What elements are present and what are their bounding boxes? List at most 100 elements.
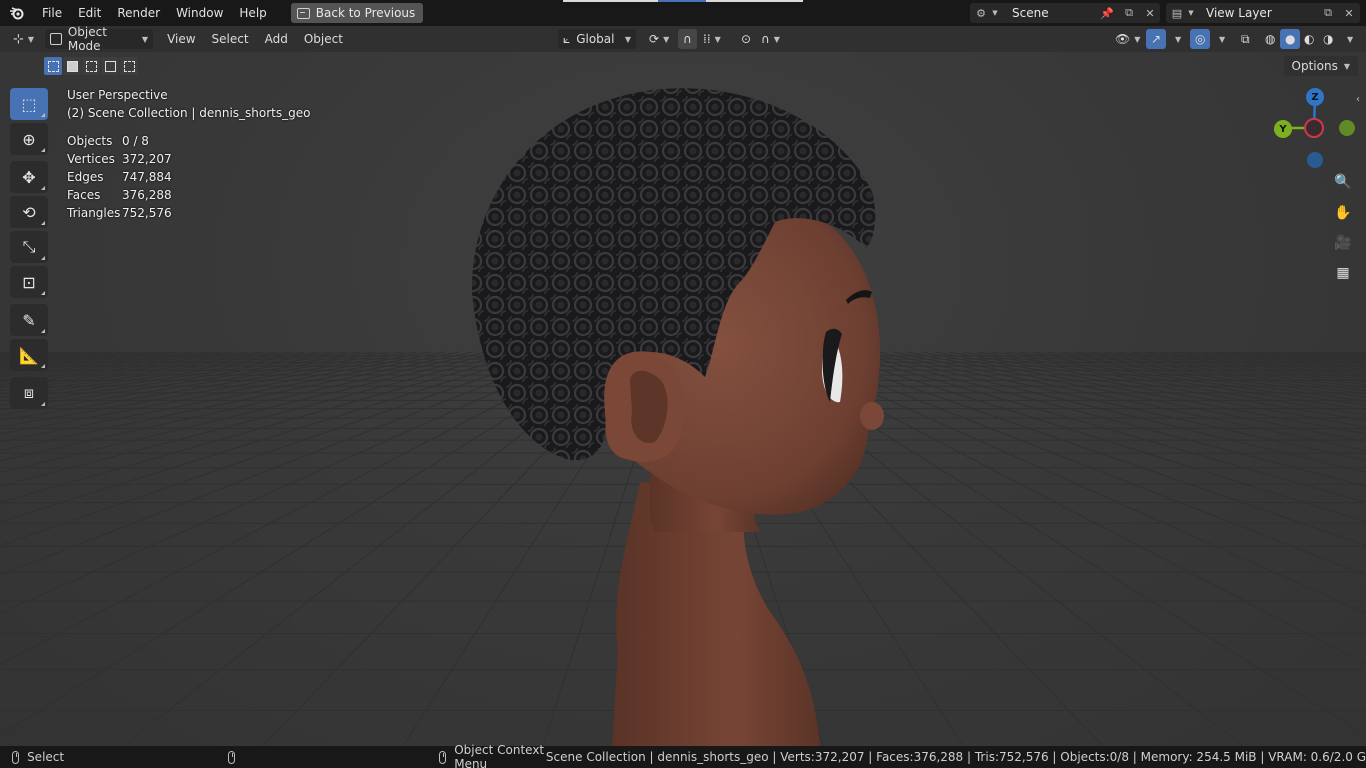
menu-render[interactable]: Render [109, 0, 168, 26]
stat-label: Edges [67, 170, 104, 184]
menu-view[interactable]: View [159, 26, 203, 52]
menu-window[interactable]: Window [168, 0, 231, 26]
workspace-tab-active[interactable] [658, 0, 706, 2]
material-sphere-icon: ◐ [1304, 32, 1315, 46]
stat-label: Faces [67, 188, 101, 202]
editor-type-button[interactable]: ⊹ ▼ [8, 29, 39, 49]
cursor-tool[interactable]: ⊕ [10, 123, 48, 155]
gizmo-dropdown[interactable]: ▼ [1166, 29, 1186, 49]
gizmo-x-axis[interactable] [1304, 118, 1324, 138]
top-menu-bar: File Edit Render Window Help Back to Pre… [0, 0, 1366, 26]
status-right-action: Object Context Menu [454, 743, 545, 768]
chevron-down-icon: ▼ [1343, 61, 1350, 71]
transform-tool[interactable]: ⊡ [10, 266, 48, 298]
gizmo-z-axis[interactable]: Z [1306, 88, 1324, 106]
close-icon[interactable]: ✕ [1342, 6, 1356, 20]
stat-label: Vertices [67, 152, 115, 166]
pivot-icon: ⟳ [649, 32, 660, 46]
back-icon [296, 7, 310, 19]
falloff-button[interactable]: ∩ ▼ [756, 29, 785, 49]
chevron-down-icon: ▼ [714, 34, 721, 44]
menu-object[interactable]: Object [296, 26, 351, 52]
mouse-right-icon [439, 750, 447, 764]
menu-help[interactable]: Help [231, 0, 274, 26]
proportional-edit-toggle[interactable]: ⊙ [736, 29, 756, 49]
shading-wireframe[interactable]: ◍ [1260, 29, 1280, 49]
view-layer-name[interactable]: View Layer [1198, 6, 1272, 20]
scene-name[interactable]: Scene [1002, 6, 1049, 20]
move-icon: ✥ [22, 167, 36, 187]
workspace-tabs[interactable] [563, 0, 803, 2]
add-cube-tool[interactable]: ⧈ [10, 377, 48, 409]
transform-orientation-dropdown[interactable]: ⟀ Global ▼ [558, 29, 636, 49]
chevron-down-icon: ▼ [1175, 34, 1182, 44]
ruler-icon: 📐 [19, 345, 39, 365]
shading-solid[interactable]: ● [1280, 29, 1301, 49]
annotate-tool[interactable]: ✎ [10, 304, 48, 336]
move-tool[interactable]: ✥ [10, 161, 48, 193]
scale-tool[interactable]: ⤡ [10, 231, 48, 263]
gizmo-toggle[interactable]: ↗ [1146, 29, 1167, 49]
selection-mode-row [44, 57, 138, 75]
menu-edit[interactable]: Edit [70, 0, 109, 26]
cursor-icon: ⬚ [21, 94, 37, 114]
measure-tool[interactable]: 📐 [10, 339, 48, 371]
menu-select[interactable]: Select [204, 26, 257, 52]
select-new-button[interactable] [44, 57, 62, 75]
overlays-dropdown[interactable]: ▼ [1210, 29, 1230, 49]
select-box-tool[interactable]: ⬚ [10, 88, 48, 120]
falloff-curve-icon: ∩ [761, 32, 770, 46]
wireframe-sphere-icon: ◍ [1265, 32, 1276, 46]
shading-material[interactable]: ◐ [1299, 29, 1319, 49]
scene-selector[interactable]: ⚙ ▼ Scene 📌 ⧉ ✕ [970, 3, 1160, 23]
mouse-left-icon [12, 750, 20, 764]
character-model[interactable] [0, 52, 1366, 746]
stat-value: 752,576 [122, 206, 172, 220]
scene-statistics: Objects 0 / 8 Vertices 372,207 Edges 747,88… [67, 132, 172, 222]
chevron-down-icon: ▼ [1188, 9, 1194, 17]
status-bar: Select Object Context Menu Scene Collect… [0, 743, 1366, 768]
select-subtract-button[interactable] [82, 57, 100, 75]
chevron-down-icon: ▼ [773, 34, 780, 44]
proportional-edit-icon: ⊙ [741, 32, 752, 46]
zoom-icon[interactable]: 🔍 [1330, 169, 1356, 195]
chevron-down-icon: ▼ [1134, 34, 1141, 44]
menu-file[interactable]: File [34, 0, 70, 26]
rotate-tool[interactable]: ⟲ [10, 196, 48, 228]
close-icon[interactable]: ✕ [1143, 6, 1157, 20]
select-extend-button[interactable] [63, 57, 81, 75]
pin-icon[interactable]: 📌 [1100, 6, 1114, 20]
view-layer-selector[interactable]: ▤ ▼ View Layer ⧉ ✕ [1166, 3, 1360, 23]
camera-icon[interactable]: 🎥 [1330, 230, 1356, 256]
xray-icon: ⧉ [1241, 31, 1250, 46]
select-invert-button[interactable] [101, 57, 119, 75]
overlays-toggle[interactable]: ◎ [1190, 29, 1211, 49]
chevron-down-icon: ▼ [1347, 34, 1354, 44]
shading-dropdown[interactable]: ▼ [1338, 29, 1358, 49]
pan-hand-icon[interactable]: ✋ [1330, 200, 1356, 226]
3d-viewport[interactable]: ⬚ ⊕ ✥ ⟲ ⤡ ⊡ ✎ 📐 ⧈ User Perspective (2) S… [0, 52, 1366, 746]
snap-toggle[interactable]: ∩ [678, 29, 697, 49]
chevron-down-icon: ▼ [27, 34, 35, 44]
overlays-icon: ◎ [1195, 32, 1206, 46]
back-to-previous-button[interactable]: Back to Previous [290, 3, 424, 23]
shading-rendered[interactable]: ◑ [1318, 29, 1338, 49]
options-dropdown[interactable]: Options ▼ [1283, 56, 1358, 76]
snap-target-button[interactable]: ⁞⁞ ▼ [698, 29, 726, 49]
visibility-button[interactable]: 👁 ▼ [1110, 29, 1145, 49]
mouse-middle-icon [228, 750, 236, 764]
stat-value: 747,884 [122, 170, 172, 184]
eye-icon: 👁 [1115, 32, 1131, 46]
chevron-down-icon: ▼ [1219, 34, 1226, 44]
new-scene-icon[interactable]: ⧉ [1122, 6, 1136, 20]
pivot-point-button[interactable]: ⟳ ▼ [644, 29, 674, 49]
mode-dropdown[interactable]: Object Mode ▼ [45, 25, 154, 53]
select-intersect-button[interactable] [120, 57, 138, 75]
xray-toggle[interactable]: ⧉ [1236, 29, 1255, 49]
select-subtract-icon [85, 60, 97, 72]
perspective-grid-icon[interactable]: ▦ [1330, 260, 1356, 286]
new-view-layer-icon[interactable]: ⧉ [1321, 6, 1335, 20]
blender-logo-icon[interactable] [0, 0, 34, 26]
gizmo-y-axis[interactable]: Y [1274, 120, 1292, 138]
menu-add[interactable]: Add [257, 26, 296, 52]
